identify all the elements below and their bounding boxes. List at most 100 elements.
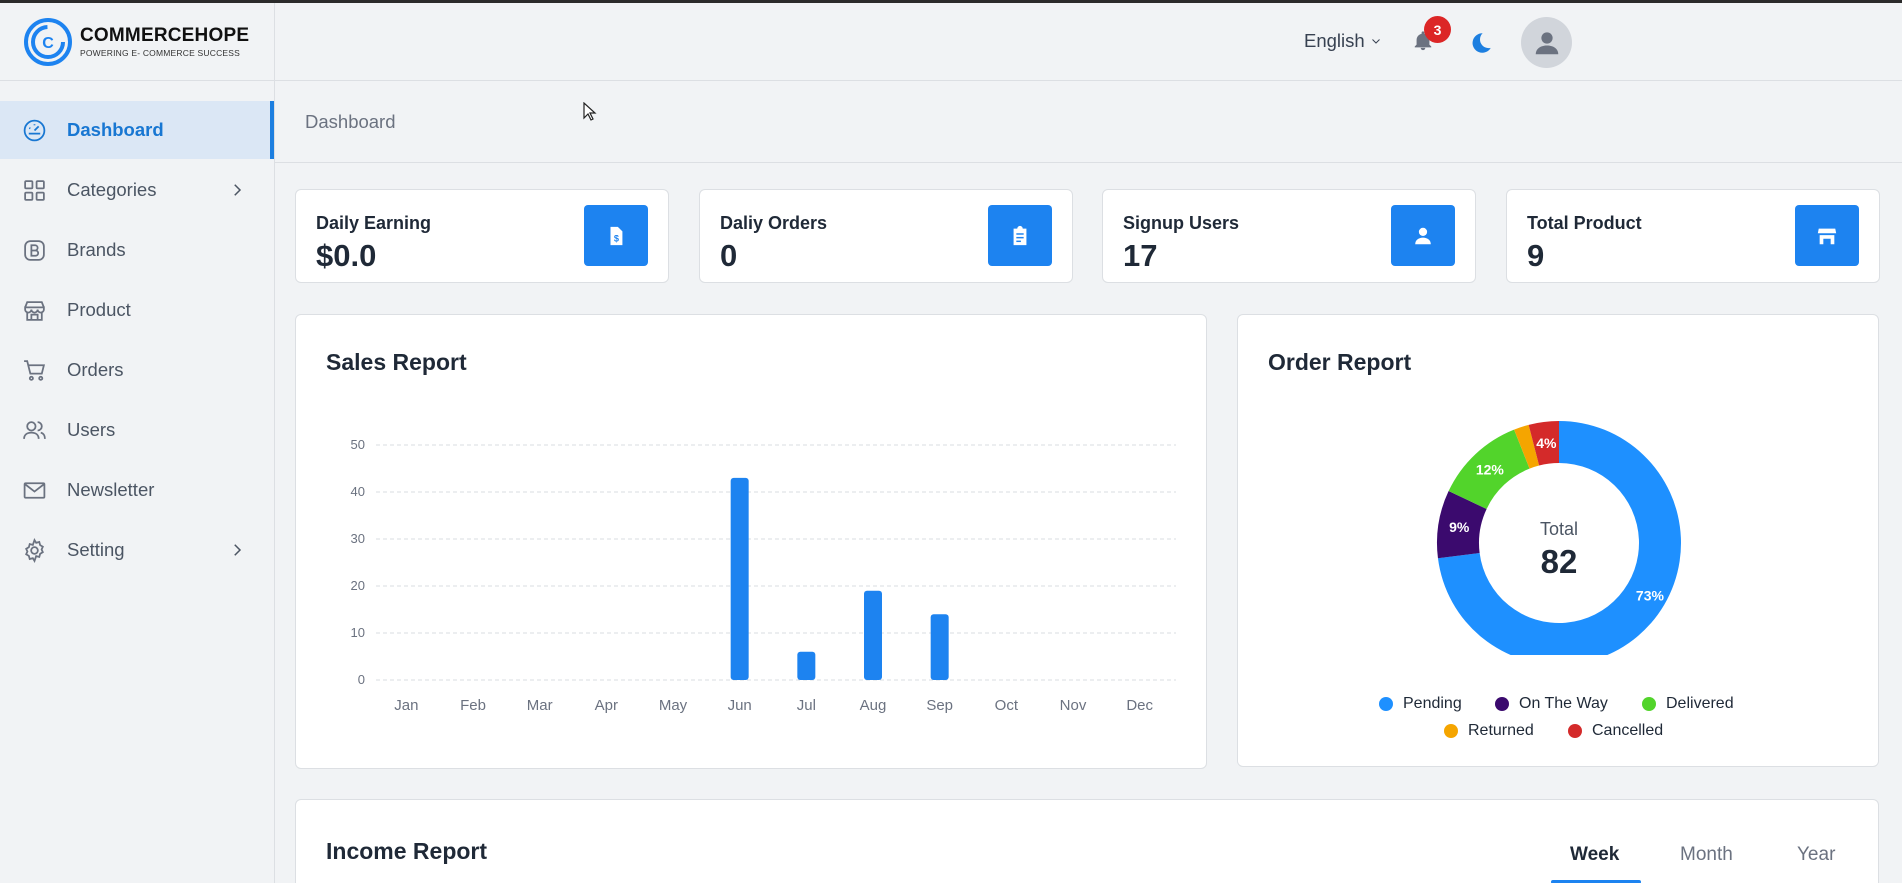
moon-icon[interactable] <box>1468 30 1494 56</box>
store-icon[interactable] <box>1795 205 1859 266</box>
sidebar-item-product[interactable]: Product <box>0 281 274 339</box>
card-value: 17 <box>1123 238 1158 273</box>
clipboard-icon[interactable] <box>988 205 1052 266</box>
card-daily-orders: Daliy Orders 0 <box>699 189 1073 283</box>
chevron-right-icon[interactable] <box>228 181 246 199</box>
gauge-icon <box>20 116 48 144</box>
gear-icon <box>20 536 48 564</box>
y-tick-label: 20 <box>351 578 365 593</box>
sidebar-item-label: Product <box>67 299 131 320</box>
avatar[interactable] <box>1521 17 1572 68</box>
sales-report-panel: Sales Report 0 10 20 30 40 50 Jan Feb Mar Apr May J… <box>295 314 1207 769</box>
chevron-down-icon <box>1371 39 1380 44</box>
legend-label: Cancelled <box>1592 722 1664 739</box>
chevron-right-icon[interactable] <box>228 541 246 559</box>
card-total-product: Total Product 9 <box>1506 189 1880 283</box>
user-icon[interactable] <box>1391 205 1455 266</box>
legend-label: On The Way <box>1519 695 1608 712</box>
sales-bar-chart: 0 10 20 30 40 50 Jan Feb Mar Apr May Jun Jul Aug Sep Oc… <box>351 437 1176 714</box>
x-tick-label: Jul <box>797 697 816 714</box>
breadcrumb: Dashboard <box>275 81 1902 163</box>
sidebar-item-setting[interactable]: Setting <box>0 521 274 579</box>
sidebar-item-label: Orders <box>67 359 124 380</box>
sidebar-item-label: Users <box>67 419 116 440</box>
bar <box>730 477 749 680</box>
x-tick-label: Feb <box>460 697 486 714</box>
donut-center-label: Total <box>1539 519 1579 539</box>
sidebar-item-orders[interactable]: Orders <box>0 341 274 399</box>
legend-item-pending[interactable]: Pending <box>1379 695 1462 713</box>
sidebar-item-label: Brands <box>67 239 126 260</box>
legend-dot <box>1495 697 1509 711</box>
card-signup-users: Signup Users 17 <box>1102 189 1476 283</box>
grid-icon <box>20 176 48 204</box>
legend-item-on-the-way[interactable]: On The Way <box>1495 695 1608 713</box>
x-tick-label: Dec <box>1126 697 1153 714</box>
mouse-cursor-icon <box>583 102 597 121</box>
order-report-panel: Order Report 73% 9% 12% 4% Total 82 Pending… <box>1237 314 1879 767</box>
x-tick-label: Jun <box>728 697 752 714</box>
dollar-file-icon[interactable]: $ <box>584 205 648 266</box>
legend-label: Returned <box>1468 722 1534 739</box>
tab-year[interactable]: Year <box>1797 844 1835 866</box>
legend-item-returned[interactable]: Returned <box>1444 722 1534 740</box>
users-icon <box>20 416 48 444</box>
sidebar-item-categories[interactable]: Categories <box>0 161 274 219</box>
sidebar-item-dashboard[interactable]: Dashboard <box>0 101 274 159</box>
card-value: 9 <box>1527 238 1545 273</box>
card-title: Daliy Orders <box>720 213 828 233</box>
svg-text:$: $ <box>614 233 619 243</box>
svg-text:C: C <box>42 35 54 52</box>
x-tick-label: Nov <box>1060 697 1087 714</box>
sidebar-item-label: Dashboard <box>67 119 164 140</box>
language-select[interactable]: English <box>1304 30 1382 52</box>
x-tick-label: Aug <box>860 697 887 714</box>
y-tick-label: 10 <box>351 625 365 640</box>
brand-logo[interactable]: C COMMERCEHOPE POWERING E- COMMERCE SUCC… <box>0 3 274 81</box>
x-tick-label: Jan <box>394 697 418 714</box>
tab-month[interactable]: Month <box>1680 844 1733 866</box>
notification-badge: 3 <box>1424 16 1451 43</box>
donut-data-label: 12% <box>1476 461 1505 477</box>
brand-subtitle: POWERING E- COMMERCE SUCCESS <box>80 47 241 58</box>
legend-item-cancelled[interactable]: Cancelled <box>1568 722 1663 740</box>
sidebar-item-brands[interactable]: Brands <box>0 221 274 279</box>
income-report-panel: Income Report <box>295 799 1879 883</box>
logo-mark-icon: C <box>24 17 72 66</box>
user-avatar-icon <box>1535 31 1558 54</box>
cart-icon <box>20 356 48 384</box>
legend-dot <box>1379 697 1393 711</box>
donut-data-label: 4% <box>1536 435 1557 451</box>
x-tick-label: Mar <box>527 697 553 714</box>
sidebar-item-label: Setting <box>67 539 125 560</box>
sidebar-nav: Dashboard Categories Brands Product Orde… <box>0 101 274 579</box>
bar <box>930 614 949 680</box>
donut-data-label: 73% <box>1636 588 1665 604</box>
legend-label: Pending <box>1403 695 1462 712</box>
bar <box>864 590 882 680</box>
x-tick-label: Sep <box>926 697 953 714</box>
order-donut-chart: 73%9%12%4% <box>1437 421 1681 655</box>
legend-dot <box>1642 697 1656 711</box>
legend-dot <box>1568 724 1582 738</box>
mail-icon <box>20 476 48 504</box>
card-title: Daily Earning <box>316 213 432 233</box>
sidebar-item-newsletter[interactable]: Newsletter <box>0 461 274 519</box>
legend-dot <box>1444 724 1458 738</box>
income-report-title: Income Report <box>326 838 488 864</box>
brand-title: COMMERCEHOPE <box>80 24 250 46</box>
sidebar-item-label: Categories <box>67 179 157 200</box>
legend-label: Delivered <box>1666 695 1734 712</box>
x-tick-label: Apr <box>595 697 618 714</box>
sidebar-item-label: Newsletter <box>67 479 155 500</box>
y-tick-label: 0 <box>358 672 365 687</box>
tab-week[interactable]: Week <box>1570 844 1619 866</box>
sidebar: C COMMERCEHOPE POWERING E- COMMERCE SUCC… <box>0 3 275 883</box>
card-value: 0 <box>720 238 738 273</box>
card-title: Signup Users <box>1123 213 1240 233</box>
card-daily-earning: Daily Earning $0.0 $ <box>295 189 669 283</box>
sidebar-item-users[interactable]: Users <box>0 401 274 459</box>
x-tick-label: May <box>659 697 688 714</box>
legend-item-delivered[interactable]: Delivered <box>1642 695 1734 713</box>
donut-center-value: 82 <box>1540 543 1578 580</box>
